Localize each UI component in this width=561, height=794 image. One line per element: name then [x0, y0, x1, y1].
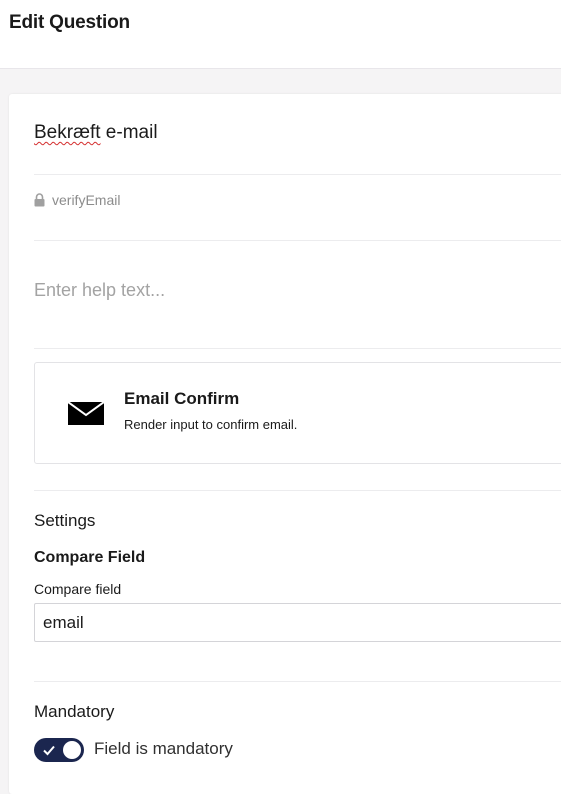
help-text-input[interactable]: Enter help text...	[34, 280, 165, 301]
toggle-knob	[63, 741, 81, 759]
question-name-input[interactable]: Bekræft e-mail	[34, 122, 158, 144]
question-editor-panel: Bekræft e-mail verifyEmail Enter help te…	[9, 94, 561, 794]
divider	[34, 681, 561, 682]
checkmark-icon	[43, 745, 55, 756]
page-header: Edit Question	[0, 0, 561, 69]
settings-title: Settings	[34, 511, 96, 530]
question-name-rest: e-mail	[100, 122, 158, 143]
divider	[34, 490, 561, 491]
mandatory-toggle[interactable]	[34, 738, 84, 762]
envelope-icon	[68, 402, 104, 425]
lock-icon[interactable]	[34, 193, 45, 207]
divider	[34, 174, 561, 175]
alias-field[interactable]: verifyEmail	[34, 192, 120, 208]
alias-text: verifyEmail	[52, 192, 121, 208]
field-type-card[interactable]: Email Confirm Render input to confirm em…	[34, 362, 561, 464]
compare-field-label: Compare field	[34, 581, 122, 597]
field-type-name: Email Confirm	[124, 389, 240, 408]
compare-field-input[interactable]: email	[34, 603, 561, 642]
mandatory-title: Mandatory	[34, 702, 115, 721]
page-title: Edit Question	[9, 12, 130, 33]
mandatory-toggle-label[interactable]: Field is mandatory	[94, 739, 233, 759]
divider	[34, 240, 561, 241]
misspelled-word: Bekræft	[34, 122, 101, 143]
divider	[34, 348, 561, 349]
compare-field-heading: Compare Field	[34, 549, 146, 566]
field-type-description: Render input to confirm email.	[124, 417, 298, 432]
